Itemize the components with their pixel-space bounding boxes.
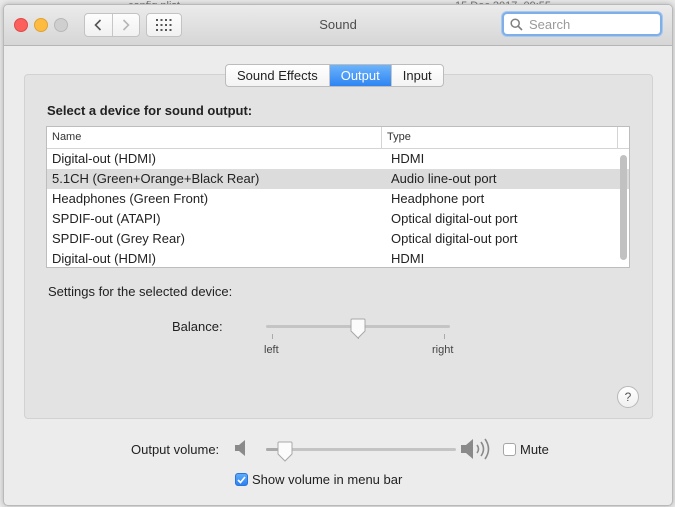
- device-type: Optical digital-out port: [391, 211, 518, 226]
- table-row[interactable]: SPDIF-out (Grey Rear) Optical digital-ou…: [47, 229, 629, 249]
- title-bar: Sound: [4, 5, 672, 46]
- settings-label: Settings for the selected device:: [48, 284, 233, 299]
- device-list-heading: Select a device for sound output:: [47, 103, 253, 118]
- column-header-type[interactable]: Type: [382, 127, 618, 148]
- search-input[interactable]: [527, 15, 651, 33]
- balance-tick-right: [444, 334, 445, 339]
- table-scrollbar[interactable]: [620, 155, 627, 260]
- balance-tick-left: [272, 334, 273, 339]
- output-volume-label: Output volume:: [131, 442, 220, 457]
- speaker-low-icon: [234, 438, 250, 461]
- search-field[interactable]: [502, 12, 662, 36]
- device-name: Headphones (Green Front): [52, 191, 209, 206]
- table-row[interactable]: Headphones (Green Front) Headphone port: [47, 189, 629, 209]
- balance-right-label: right: [432, 344, 454, 356]
- output-device-table[interactable]: Name Type Digital-out (HDMI) HDMI 5.1CH …: [46, 126, 630, 268]
- table-header: Name Type: [47, 127, 629, 149]
- device-name: 5.1CH (Green+Orange+Black Rear): [52, 171, 260, 186]
- tab-sound-effects[interactable]: Sound Effects: [226, 65, 330, 86]
- tab-bar: Sound Effects Output Input: [225, 64, 444, 87]
- show-volume-label: Show volume in menu bar: [252, 472, 403, 487]
- table-row[interactable]: Digital-out (HDMI) HDMI: [47, 249, 629, 267]
- table-row[interactable]: SPDIF-out (ATAPI) Optical digital-out po…: [47, 209, 629, 229]
- balance-slider-thumb[interactable]: [349, 318, 367, 340]
- table-row-selected[interactable]: 5.1CH (Green+Orange+Black Rear) Audio li…: [47, 169, 629, 189]
- help-button[interactable]: ?: [617, 386, 639, 408]
- device-type: Audio line-out port: [391, 171, 497, 186]
- show-volume-checkbox[interactable]: [235, 473, 248, 486]
- tab-input[interactable]: Input: [392, 65, 443, 86]
- table-row[interactable]: Digital-out (HDMI) HDMI: [47, 149, 629, 169]
- device-name: SPDIF-out (ATAPI): [52, 211, 161, 226]
- volume-slider-track[interactable]: [266, 448, 456, 451]
- balance-label: Balance:: [172, 319, 223, 334]
- device-name: Digital-out (HDMI): [52, 251, 157, 266]
- device-type: HDMI: [391, 151, 425, 166]
- search-icon: [510, 17, 523, 31]
- speaker-high-icon: [460, 436, 496, 465]
- volume-slider-thumb[interactable]: [276, 441, 294, 463]
- balance-left-label: left: [264, 344, 279, 356]
- device-name: SPDIF-out (Grey Rear): [52, 231, 185, 246]
- device-name: Digital-out (HDMI): [52, 151, 157, 166]
- mute-label: Mute: [520, 442, 549, 457]
- check-icon: [237, 475, 246, 484]
- mute-checkbox[interactable]: [503, 443, 516, 456]
- column-header-name[interactable]: Name: [47, 127, 382, 148]
- device-type: HDMI: [391, 251, 425, 266]
- device-type: Headphone port: [391, 191, 485, 206]
- tab-output[interactable]: Output: [329, 65, 392, 86]
- sound-preferences-window: Sound Sound Effects Output Input Select …: [3, 4, 673, 506]
- device-type: Optical digital-out port: [391, 231, 518, 246]
